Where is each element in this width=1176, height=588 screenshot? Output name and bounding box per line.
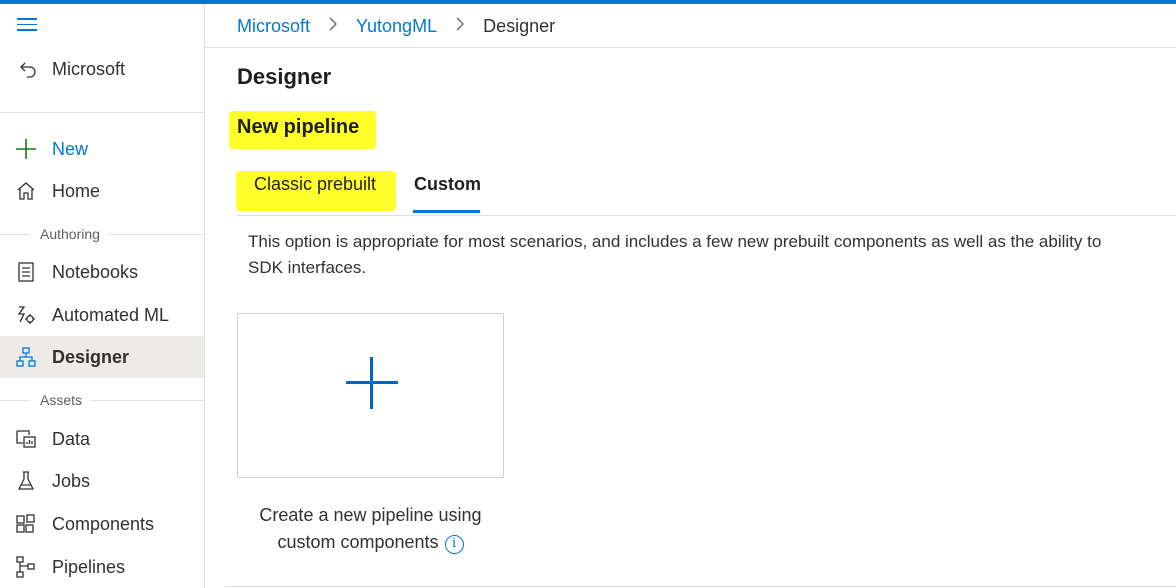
notebook-icon — [0, 262, 52, 282]
bottom-divider — [225, 586, 1176, 587]
sidebar-item-pipelines[interactable]: Pipelines — [0, 546, 204, 588]
sidebar-item-label: Home — [52, 180, 101, 201]
chevron-right-icon — [455, 17, 465, 36]
card-caption-line-2: custom components i — [237, 529, 504, 556]
tabs-divider — [237, 215, 1176, 216]
back-arrow-icon — [0, 60, 52, 78]
chevron-right-icon — [328, 17, 338, 36]
jobs-flask-icon — [0, 471, 52, 491]
sidebar-item-new[interactable]: New — [0, 128, 204, 170]
designer-icon — [0, 347, 52, 367]
workspace-back-link[interactable]: Microsoft — [0, 52, 204, 86]
components-icon — [0, 514, 52, 534]
sidebar-item-label: Jobs — [52, 470, 91, 491]
breadcrumb: Microsoft YutongML Designer — [237, 14, 555, 38]
sidebar-item-label: Pipelines — [52, 556, 126, 577]
data-icon — [0, 429, 52, 449]
sidebar-item-label: Notebooks — [52, 261, 139, 282]
breadcrumb-current: Designer — [483, 15, 556, 36]
sidebar-item-label: Data — [52, 428, 91, 449]
plus-icon — [0, 138, 52, 160]
sidebar-item-components[interactable]: Components — [0, 503, 204, 545]
sidebar-item-home[interactable]: Home — [0, 170, 204, 212]
card-caption: Create a new pipeline using custom compo… — [237, 502, 504, 556]
sidebar-item-label: Automated ML — [52, 304, 170, 325]
info-icon[interactable]: i — [444, 535, 464, 554]
sidebar-item-automated-ml[interactable]: Automated ML — [0, 294, 204, 336]
tab-classic-prebuilt[interactable]: Classic prebuilt — [254, 174, 376, 195]
sidebar-item-designer[interactable]: Designer — [0, 336, 204, 378]
sidebar-item-label: New — [52, 138, 89, 159]
tab-custom[interactable]: Custom — [414, 174, 481, 195]
left-nav-sidebar: Microsoft New Home Authoring Notebooks A… — [0, 4, 205, 588]
new-pipeline-heading: New pipeline — [237, 116, 360, 138]
header-divider — [205, 47, 1176, 48]
breadcrumb-link-microsoft[interactable]: Microsoft — [237, 16, 310, 37]
hamburger-menu-icon[interactable] — [17, 18, 39, 34]
card-caption-line: Create a new pipeline using — [259, 505, 482, 525]
pipelines-icon — [0, 556, 52, 578]
create-pipeline-card[interactable] — [237, 313, 504, 478]
home-icon — [0, 181, 52, 201]
sidebar-item-jobs[interactable]: Jobs — [0, 460, 204, 502]
sidebar-divider — [0, 112, 204, 113]
breadcrumb-link-workspace[interactable]: YutongML — [356, 16, 437, 37]
workspace-label: Microsoft — [52, 58, 126, 79]
automated-ml-icon — [0, 304, 52, 326]
active-tab-indicator — [413, 210, 480, 213]
sidebar-item-data[interactable]: Data — [0, 418, 204, 460]
tab-description: This option is appropriate for most scen… — [248, 232, 1102, 277]
sidebar-item-notebooks[interactable]: Notebooks — [0, 251, 204, 293]
section-header-assets: Assets — [0, 390, 204, 410]
plus-icon — [370, 357, 373, 409]
sidebar-item-label: Components — [52, 513, 155, 534]
page-title: Designer — [237, 64, 332, 89]
section-header-authoring: Authoring — [0, 224, 204, 244]
sidebar-item-label: Designer — [52, 346, 130, 367]
